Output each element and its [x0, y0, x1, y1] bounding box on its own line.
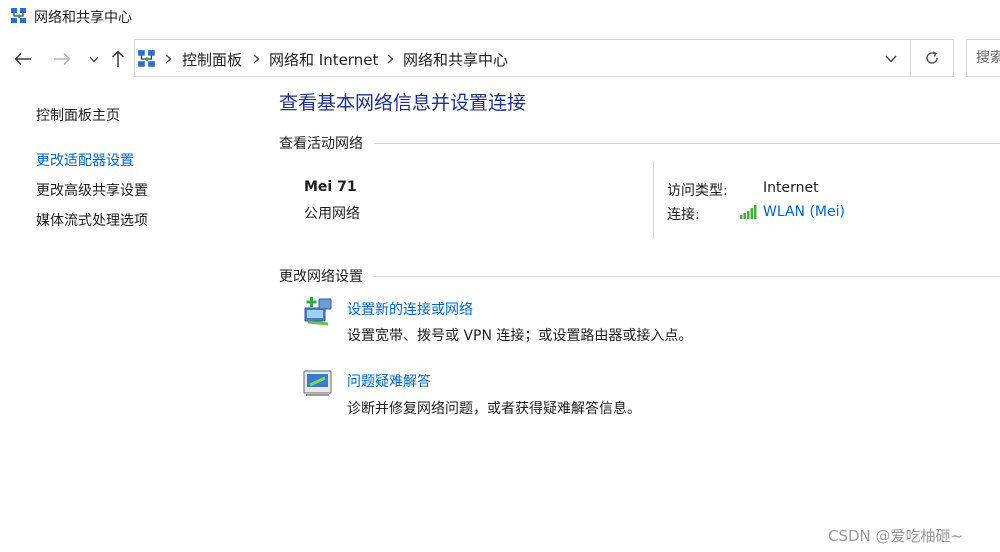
sidebar-item-adapter-settings[interactable]: 更改适配器设置 [36, 150, 134, 170]
window-title: 网络和共享中心 [34, 10, 132, 26]
connection-label: 连接: [667, 207, 700, 223]
network-name: Mei 71 [304, 179, 357, 195]
access-type-label: 访问类型: [667, 183, 728, 199]
connection-link-wlan[interactable]: WLAN (Mei) [763, 204, 845, 220]
wifi-signal-icon [740, 205, 757, 219]
section-heading-change-settings: 更改网络设置 [279, 266, 369, 286]
refresh-button[interactable] [910, 39, 954, 77]
chevron-right-icon[interactable] [387, 54, 394, 64]
network-type: 公用网络 [304, 206, 360, 222]
back-button[interactable] [11, 46, 35, 72]
troubleshoot-link[interactable]: 问题疑难解答 [347, 371, 431, 391]
breadcrumb-network-internet[interactable]: 网络和 Internet [269, 49, 378, 70]
sidebar-item-control-panel-home[interactable]: 控制面板主页 [36, 105, 120, 125]
recent-locations-button[interactable] [82, 46, 106, 72]
breadcrumb-control-panel[interactable]: 控制面板 [182, 49, 242, 70]
title-bar: 网络和共享中心 [0, 0, 1000, 34]
access-type-value: Internet [763, 180, 819, 196]
sidebar-item-advanced-sharing[interactable]: 更改高级共享设置 [36, 180, 148, 200]
search-input[interactable] [967, 40, 1000, 76]
refresh-icon [926, 51, 938, 64]
troubleshoot-desc: 诊断并修复网络问题，或者获得疑难解答信息。 [347, 401, 641, 417]
up-button[interactable] [106, 46, 130, 72]
chevron-right-icon[interactable] [165, 54, 172, 64]
sidebar-item-media-streaming[interactable]: 媒体流式处理选项 [36, 210, 148, 230]
section-divider [374, 276, 1000, 277]
address-dropdown-button[interactable] [880, 49, 902, 69]
arrow-up-icon [111, 50, 125, 67]
chevron-down-icon [885, 55, 897, 63]
address-bar[interactable]: 控制面板 网络和 Internet 网络和共享中心 [134, 39, 910, 77]
setup-new-connection-desc: 设置宽带、拨号或 VPN 连接；或设置路由器或接入点。 [347, 328, 693, 344]
network-center-icon [138, 50, 155, 67]
section-divider [374, 143, 1000, 144]
page-title: 查看基本网络信息并设置连接 [279, 92, 527, 114]
section-heading-active-networks: 查看活动网络 [279, 133, 369, 153]
search-box[interactable] [966, 39, 1000, 77]
new-connection-icon [304, 297, 332, 326]
forward-button[interactable] [50, 46, 74, 72]
troubleshoot-icon [303, 370, 332, 396]
vertical-divider [653, 161, 654, 239]
network-center-icon [11, 8, 26, 23]
breadcrumb-sharing-center[interactable]: 网络和共享中心 [403, 49, 508, 70]
watermark: CSDN @爱吃柚砸~ [828, 527, 964, 545]
chevron-down-icon [89, 56, 99, 62]
arrow-right-icon [54, 52, 71, 66]
chevron-right-icon[interactable] [253, 54, 260, 64]
arrow-left-icon [14, 52, 31, 66]
setup-new-connection-link[interactable]: 设置新的连接或网络 [347, 299, 473, 319]
